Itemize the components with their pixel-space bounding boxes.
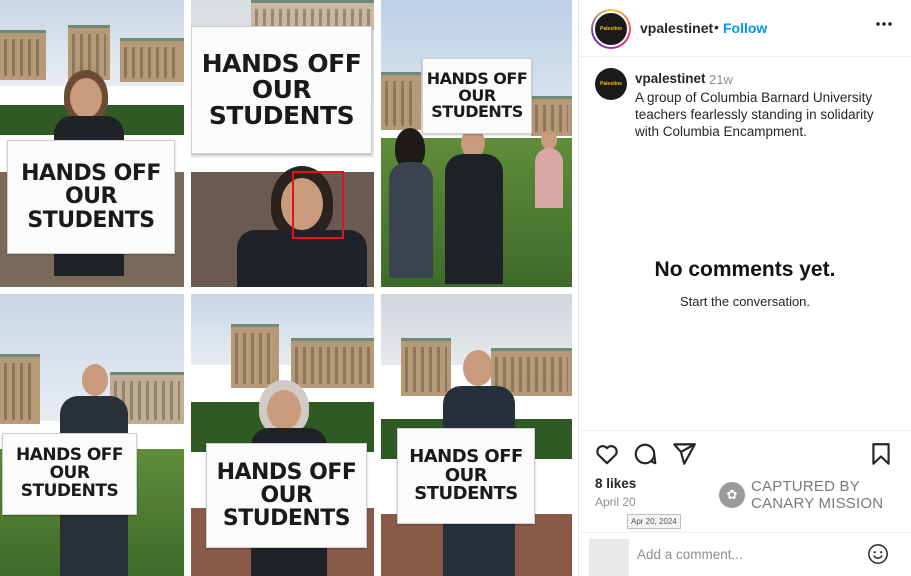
avatar-image: Palestine	[593, 11, 629, 47]
likes-count[interactable]: 8 likes	[595, 476, 636, 491]
emoji-icon[interactable]	[867, 543, 889, 565]
sign-line-2: OUR STUDENTS	[20, 463, 119, 501]
face-highlight-box	[292, 171, 344, 239]
no-comments-subtitle: Start the conversation.	[679, 294, 811, 309]
protest-sign: HANDS OFF OUR STUDENTS	[397, 428, 535, 524]
protest-sign: HANDS OFF OUR STUDENTS	[191, 26, 372, 154]
commenter-avatar	[589, 539, 629, 576]
sign-line-2: OUR STUDENTS	[431, 85, 523, 122]
sign-line-1: HANDS OFF	[409, 445, 523, 467]
follow-button[interactable]: Follow	[723, 20, 767, 36]
post-side-panel: Palestine vpalestinet • Follow Palestine…	[578, 0, 911, 576]
caption-username[interactable]: vpalestinet	[635, 71, 706, 86]
canary-mission-watermark: ✿ CAPTURED BY CANARY MISSION	[719, 476, 909, 514]
sign-line-2: OUR STUDENTS	[27, 184, 155, 233]
photo-1: HANDS OFF OUR STUDENTS	[0, 0, 184, 287]
add-comment-bar	[579, 532, 911, 576]
photo-3: HANDS OFF OUR STUDENTS	[381, 0, 572, 287]
header-username[interactable]: vpalestinet	[640, 20, 713, 36]
protest-sign: HANDS OFF OUR STUDENTS	[2, 433, 137, 515]
canary-logo-icon: ✿	[719, 482, 745, 508]
protest-sign: HANDS OFF OUR STUDENTS	[7, 140, 175, 254]
photo-4: HANDS OFF OUR STUDENTS	[0, 294, 184, 576]
photo-5: HANDS OFF OUR STUDENTS	[191, 294, 374, 576]
sign-line-1: HANDS OFF	[21, 161, 161, 187]
separator-dot: •	[714, 19, 719, 35]
watermark-line-2: CANARY MISSION	[751, 495, 884, 512]
photo-2: HANDS OFF OUR STUDENTS	[191, 0, 374, 287]
caption-timestamp[interactable]: 21w	[709, 72, 733, 87]
watermark-line-1: CAPTURED BY	[751, 478, 860, 495]
protest-sign: HANDS OFF OUR STUDENTS	[206, 443, 367, 548]
sign-line-2: OUR STUDENTS	[414, 464, 518, 505]
bookmark-icon[interactable]	[868, 441, 894, 467]
protest-sign: HANDS OFF OUR STUDENTS	[422, 58, 532, 134]
profile-avatar[interactable]: Palestine	[591, 9, 631, 49]
heart-icon[interactable]	[594, 441, 620, 467]
sign-line-2: OUR STUDENTS	[208, 74, 355, 131]
photo-grid: HANDS OFF OUR STUDENTS HANDS OFF OUR STU…	[0, 0, 575, 576]
photo-6: HANDS OFF OUR STUDENTS	[381, 294, 572, 576]
add-comment-input[interactable]	[637, 547, 837, 562]
share-icon[interactable]	[671, 441, 697, 467]
post-date[interactable]: April 20	[595, 495, 636, 509]
no-comments-title: No comments yet.	[654, 258, 836, 281]
sign-line-1: HANDS OFF	[216, 459, 357, 485]
caption-avatar[interactable]: Palestine	[595, 68, 627, 100]
date-tooltip: Apr 20, 2024	[627, 514, 681, 529]
caption-text: A group of Columbia Barnard University t…	[635, 90, 874, 139]
actions-divider	[579, 430, 911, 431]
sign-line-2: OUR STUDENTS	[222, 482, 351, 532]
comment-icon[interactable]	[632, 441, 658, 467]
post-header: Palestine vpalestinet • Follow	[579, 0, 911, 57]
more-options-icon[interactable]	[875, 15, 893, 38]
sign-line-1: HANDS OFF	[201, 48, 362, 78]
